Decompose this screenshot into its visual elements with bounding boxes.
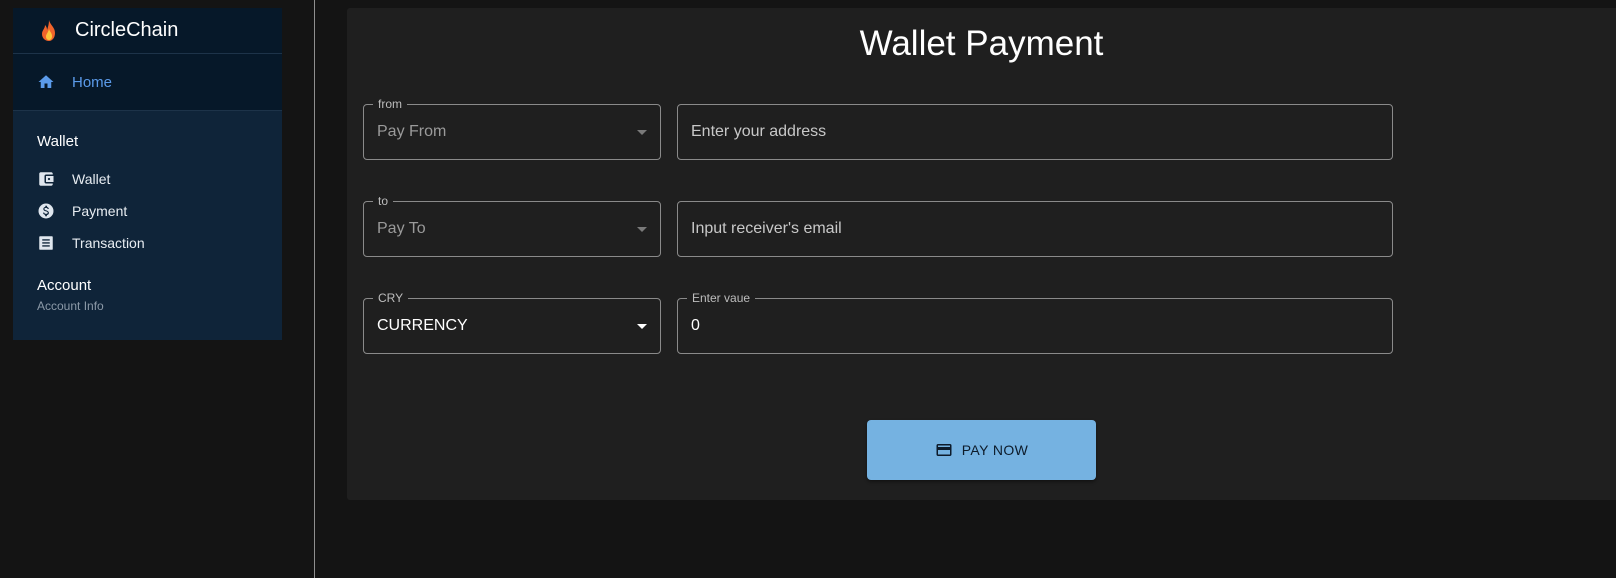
account-subtitle: Account Info <box>37 299 104 313</box>
address-input[interactable]: Enter your address <box>677 104 1393 160</box>
flame-icon <box>42 19 55 41</box>
dollar-circle-icon <box>38 203 54 219</box>
sidebar-item-label: Wallet <box>72 171 111 187</box>
pay-from-select[interactable]: from Pay From <box>363 96 661 160</box>
currency-value: CURRENCY <box>377 317 468 334</box>
wallet-section-title: Wallet <box>37 133 79 150</box>
pay-to-value: Pay To <box>377 220 426 237</box>
chevron-down-icon <box>637 227 647 232</box>
receipt-icon <box>39 236 53 250</box>
sidebar-item-account[interactable]: Account Account Info <box>13 259 282 313</box>
home-icon <box>38 75 54 88</box>
sidebar-item-label: Home <box>72 73 113 91</box>
pay-to-select[interactable]: to Pay To <box>363 193 661 257</box>
amount-input[interactable]: Enter vaue 0 <box>677 290 1393 354</box>
sidebar-item-label: Payment <box>72 203 128 219</box>
sidebar-item-payment[interactable]: Payment <box>13 195 282 227</box>
currency-select[interactable]: CRY CURRENCY <box>363 290 661 354</box>
account-title: Account <box>37 277 92 294</box>
receiver-email-input[interactable]: Input receiver's email <box>677 201 1393 257</box>
pay-from-value: Pay From <box>377 123 447 140</box>
wallet-icon <box>39 172 54 186</box>
sidebar-item-home[interactable]: Home <box>13 54 282 111</box>
sidebar-item-wallet[interactable]: Wallet <box>13 163 282 195</box>
amount-value: 0 <box>691 317 700 334</box>
sidebar-item-transaction[interactable]: Transaction <box>13 227 282 259</box>
sidebar-item-label: Transaction <box>72 235 145 251</box>
sidebar: CircleChain Home Wallet Wallet Payment T… <box>13 8 282 340</box>
vertical-divider <box>314 0 315 578</box>
brand-header[interactable]: CircleChain <box>13 8 282 54</box>
chevron-down-icon <box>637 130 647 135</box>
pay-now-button[interactable]: PAY NOW <box>867 420 1096 480</box>
pay-now-label: PAY NOW <box>961 442 1029 458</box>
chevron-down-icon <box>637 324 647 329</box>
payment-panel: Wallet Payment from Pay From Enter your … <box>347 8 1616 500</box>
email-placeholder: Input receiver's email <box>691 220 842 237</box>
address-placeholder: Enter your address <box>691 123 827 140</box>
credit-card-icon <box>936 444 952 456</box>
page-title: Wallet Payment <box>859 24 1104 63</box>
brand-title: CircleChain <box>75 19 179 41</box>
